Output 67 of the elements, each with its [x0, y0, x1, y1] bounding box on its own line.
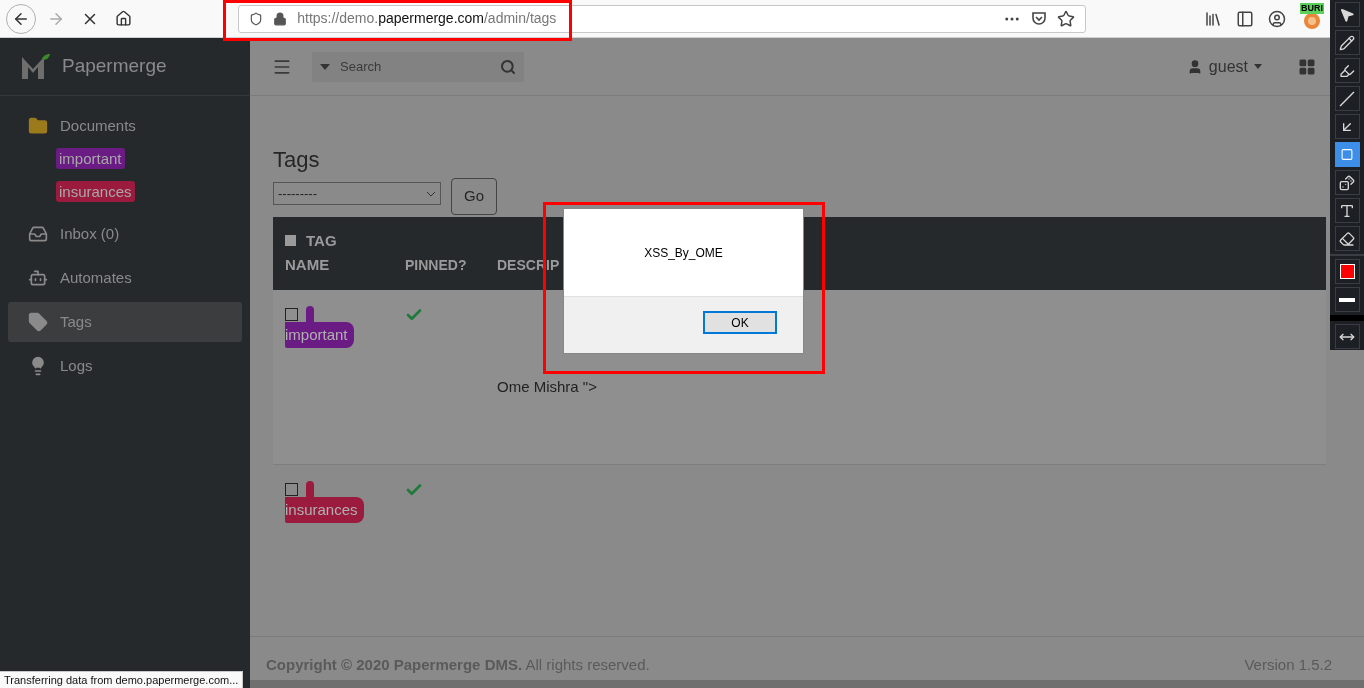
tag-badge[interactable]: insurances: [56, 181, 135, 202]
line-icon: [1339, 90, 1355, 107]
page-title: Tags: [273, 146, 321, 174]
pocket-icon[interactable]: [1031, 10, 1047, 27]
sidebar-item[interactable]: Documents: [8, 106, 242, 146]
line-width-icon: [1339, 297, 1355, 302]
inbox-icon: [28, 224, 48, 244]
toolbar-tool[interactable]: [1334, 114, 1360, 139]
tag-badge[interactable]: important: [56, 148, 125, 169]
brand-name: Papermerge: [62, 54, 167, 79]
select-all-checkbox[interactable]: [285, 235, 296, 246]
row-checkbox[interactable]: [285, 483, 298, 496]
apps-grid-icon[interactable]: [1298, 57, 1316, 76]
address-bar[interactable]: https://demo.papermerge.com/admin/tags: [238, 4, 1086, 33]
robot-icon: [28, 268, 48, 288]
row-checkbox[interactable]: [285, 308, 298, 321]
toolbar-tool[interactable]: [1334, 30, 1360, 55]
toolbar-tool[interactable]: [1334, 86, 1360, 111]
toolbar-tool[interactable]: [1334, 170, 1360, 195]
pointer-icon: [1339, 6, 1355, 23]
toolbar-tool[interactable]: [1334, 226, 1360, 251]
dialog-message: XSS_By_OME: [644, 244, 723, 262]
search-field[interactable]: Search: [312, 51, 524, 82]
eraser-icon: [1339, 230, 1355, 247]
rectangle-icon: [1339, 148, 1355, 161]
tag-badge[interactable]: insurances: [285, 497, 364, 523]
toolbar-tool[interactable]: [1334, 287, 1360, 312]
folder-icon: [28, 116, 48, 136]
toolbar-separator: [1330, 254, 1364, 256]
search-icon[interactable]: [500, 58, 516, 75]
url-text: https://demo.papermerge.com/admin/tags: [297, 9, 557, 28]
column-header[interactable]: TAG NAME: [285, 229, 355, 277]
logo-icon: [20, 52, 52, 81]
toolbar-tool[interactable]: [1334, 58, 1360, 83]
ok-button[interactable]: OK: [703, 311, 777, 334]
sidebar-item[interactable]: Tags: [8, 302, 242, 342]
toolbar-tool[interactable]: [1334, 142, 1360, 167]
toolbar-tool[interactable]: [1334, 2, 1360, 27]
library-icon[interactable]: [1204, 9, 1222, 28]
toolbar-tool[interactable]: [1334, 324, 1360, 349]
star-icon[interactable]: [1057, 9, 1075, 28]
caret-icon: [320, 63, 330, 70]
user-menu[interactable]: guest: [1186, 54, 1262, 79]
tag-badge[interactable]: important: [285, 322, 354, 348]
column-header[interactable]: PINNED?: [405, 253, 497, 277]
sidebar-item[interactable]: Automates: [8, 258, 242, 298]
account-icon[interactable]: [1268, 9, 1286, 28]
home-icon: [114, 10, 132, 27]
chevron-down-icon: [426, 190, 436, 197]
text-tool-icon: [1339, 202, 1355, 219]
toolbar-tool[interactable]: [1334, 259, 1360, 284]
highlighter-icon: [1339, 62, 1355, 79]
sidebar-item[interactable]: Logs: [8, 346, 242, 386]
extension-badge: BURI: [1300, 2, 1324, 14]
lock-icon: [273, 11, 288, 26]
go-button[interactable]: Go: [451, 178, 497, 215]
tag-icon: [28, 312, 48, 332]
sidebar-item[interactable]: Inbox (0): [8, 214, 242, 254]
action-select[interactable]: ---------: [273, 182, 441, 205]
toolbar-separator: [1330, 315, 1364, 321]
toolbar-tool[interactable]: [1334, 198, 1360, 223]
description-text: Ome Mishra ">: [497, 377, 597, 397]
sidebar-icon[interactable]: [1236, 9, 1254, 28]
status-text: Transferring data from demo.papermerge.com...: [0, 671, 244, 688]
caret-icon: [1254, 64, 1262, 69]
shield-icon: [249, 11, 264, 26]
pencil-icon: [1339, 34, 1355, 51]
